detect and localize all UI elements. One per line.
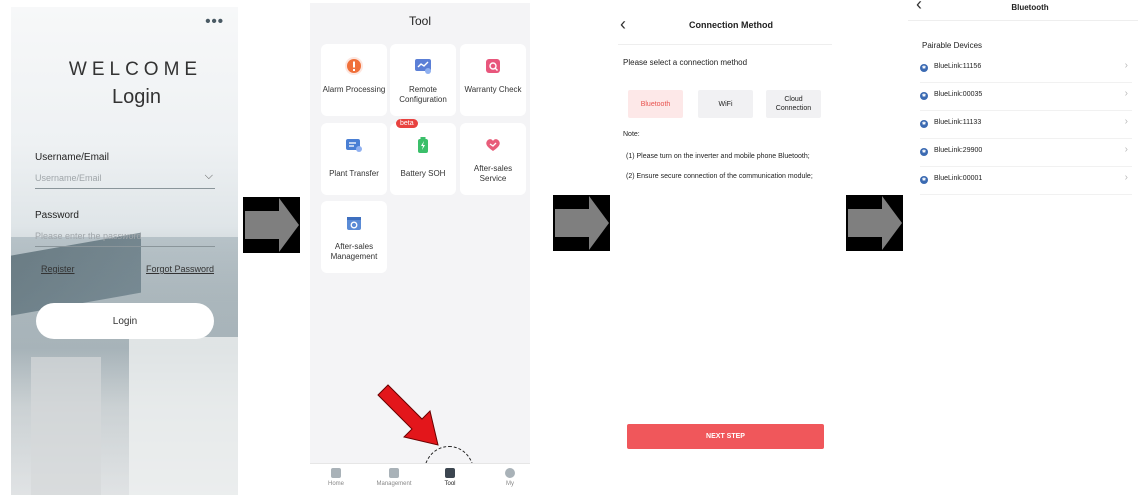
login-title: Login (112, 86, 161, 108)
tab-tool[interactable]: Tool (428, 468, 472, 487)
device-name: BlueLink:11133 (934, 119, 982, 126)
bluetooth-icon: ✱ (920, 64, 928, 72)
tile-label: After-sales Management (330, 242, 378, 261)
option-wifi[interactable]: WiFi (698, 90, 753, 118)
management-icon (389, 468, 399, 478)
tile-remote-configuration[interactable]: Remote Configuration (390, 44, 456, 116)
tool-icon (445, 468, 455, 478)
tile-label: After-sales Service (473, 164, 513, 183)
bluetooth-icon: ✱ (920, 176, 928, 184)
page-title: Connection Method (689, 20, 773, 30)
tile-plant-transfer[interactable]: Plant Transfer (321, 123, 387, 195)
after-sales-management-icon (345, 214, 363, 232)
tab-management[interactable]: Management (372, 468, 416, 487)
bluetooth-icon: ✱ (920, 92, 928, 100)
remote-config-icon (414, 57, 432, 75)
warranty-icon (484, 57, 502, 75)
background-door (31, 357, 101, 495)
tab-label: Management (376, 481, 412, 487)
more-options-icon[interactable]: ••• (205, 13, 224, 30)
background-wall (129, 337, 238, 495)
login-button[interactable]: Login (36, 303, 214, 339)
chevron-right-icon: › (1124, 60, 1128, 71)
tab-label: Tool (444, 481, 456, 487)
password-placeholder: Please enter the password (35, 231, 142, 241)
option-bluetooth[interactable]: Bluetooth (628, 90, 683, 118)
page-title: Bluetooth (1011, 3, 1049, 12)
flow-arrow-icon (243, 197, 300, 253)
page-title: Tool (408, 14, 431, 28)
next-step-button[interactable]: NEXT STEP (627, 424, 824, 449)
plant-transfer-icon (345, 136, 363, 154)
connection-method-screen: ‹ Connection Method Please select a conn… (614, 10, 836, 495)
tab-label: My (506, 481, 514, 487)
tab-home[interactable]: Home (314, 468, 358, 487)
tile-label: Plant Transfer (329, 169, 379, 178)
bluetooth-screen: ‹ Bluetooth Pairable Devices ✱ BlueLink:… (908, 0, 1138, 495)
tile-label: Remote Configuration (399, 85, 447, 104)
note-line-2: (2) Ensure secure connection of the comm… (626, 173, 813, 180)
tab-my[interactable]: My (488, 468, 532, 487)
pairable-devices-heading: Pairable Devices (922, 41, 983, 50)
tile-warranty-check[interactable]: Warranty Check (460, 44, 526, 116)
device-row[interactable]: ✱ BlueLink:00035 › (920, 83, 1132, 111)
login-screen: ••• WELCOME Login Username/Email Usernam… (11, 7, 238, 495)
device-name: BlueLink:00001 (934, 175, 983, 182)
password-field[interactable]: Please enter the password (35, 231, 215, 247)
tab-label: Home (327, 481, 344, 487)
alarm-icon (345, 57, 363, 75)
note-line-1: (1) Please turn on the inverter and mobi… (626, 153, 810, 160)
tile-label: Battery SOH (400, 169, 446, 178)
bluetooth-icon: ✱ (920, 120, 928, 128)
option-cloud-connection[interactable]: Cloud Connection (766, 90, 821, 118)
tile-after-sales-service[interactable]: After-sales Service (460, 123, 526, 195)
battery-icon (414, 136, 432, 154)
device-row[interactable]: ✱ BlueLink:11133 › (920, 111, 1132, 139)
forgot-password-link[interactable]: Forgot Password (146, 264, 214, 274)
divider (908, 20, 1138, 21)
option-label: Cloud Connection (775, 96, 812, 112)
tile-battery-soh[interactable]: beta Battery SOH (390, 119, 456, 195)
register-link[interactable]: Register (41, 264, 75, 274)
device-row[interactable]: ✱ BlueLink:29900 › (920, 139, 1132, 167)
chevron-right-icon: › (1124, 116, 1128, 127)
chevron-right-icon: › (1124, 88, 1128, 99)
password-label: Password (35, 210, 79, 221)
tile-label: Warranty Check (464, 85, 522, 94)
chevron-right-icon: › (1124, 144, 1128, 155)
device-row[interactable]: ✱ BlueLink:11156 › (920, 55, 1132, 83)
tile-after-sales-management[interactable]: After-sales Management (321, 201, 387, 273)
device-name: BlueLink:29900 (934, 147, 983, 154)
chevron-down-icon[interactable]: ⌵ (205, 170, 213, 183)
username-placeholder: Username/Email (35, 173, 102, 183)
beta-badge: beta (396, 119, 418, 128)
home-icon (331, 468, 341, 478)
device-row[interactable]: ✱ BlueLink:00001 › (920, 167, 1132, 195)
tile-alarm-processing[interactable]: Alarm Processing (321, 44, 387, 116)
note-label: Note: (623, 131, 640, 138)
tool-screen: Tool Alarm Processing Remote Configurati… (310, 3, 530, 495)
welcome-heading: WELCOME (68, 59, 203, 80)
username-label: Username/Email (35, 152, 109, 163)
bottom-tab-bar: Home Management Tool My (310, 463, 530, 495)
profile-icon (505, 468, 515, 478)
flow-arrow-icon (553, 195, 610, 251)
flow-arrow-icon (846, 195, 903, 251)
username-field[interactable]: Username/Email ⌵ (35, 170, 215, 189)
after-sales-service-icon (484, 136, 502, 154)
connection-prompt: Please select a connection method (623, 58, 748, 67)
divider (618, 44, 832, 45)
device-name: BlueLink:11156 (934, 63, 982, 70)
bluetooth-icon: ✱ (920, 148, 928, 156)
chevron-right-icon: › (1124, 172, 1128, 183)
device-name: BlueLink:00035 (934, 91, 983, 98)
tile-label: Alarm Processing (322, 85, 386, 94)
pointer-arrow-icon (377, 384, 439, 446)
